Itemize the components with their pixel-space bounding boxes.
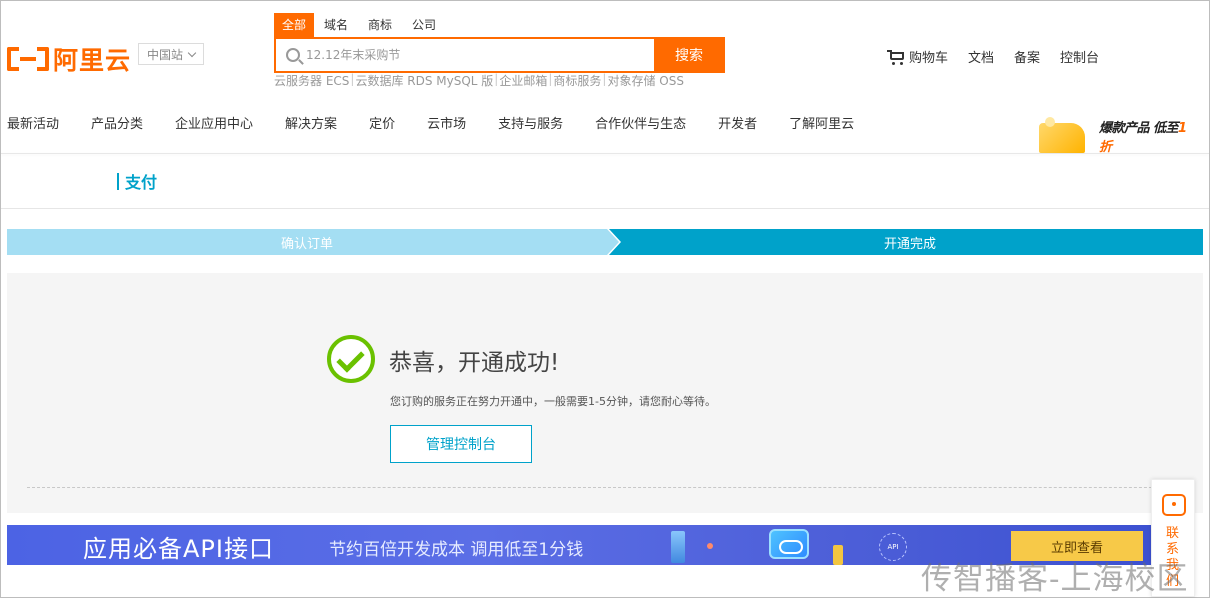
- manage-console-button[interactable]: 管理控制台: [390, 425, 532, 463]
- promo-gift-icon: [1039, 117, 1085, 153]
- api-banner-title: 应用必备API接口: [83, 535, 274, 563]
- console-link[interactable]: 控制台: [1060, 47, 1099, 66]
- search-input[interactable]: [300, 40, 654, 70]
- chat-icon: [1162, 494, 1186, 516]
- decorative-coin-icon: [833, 545, 843, 565]
- cloud-icon: [769, 529, 809, 559]
- search-tab-all[interactable]: 全部: [274, 13, 315, 37]
- nav-item-solutions[interactable]: 解决方案: [285, 113, 337, 132]
- nav-item-partners[interactable]: 合作伙伴与生态: [595, 113, 686, 132]
- search-tab-company[interactable]: 公司: [402, 13, 446, 37]
- search-icon: [286, 48, 300, 62]
- filing-link[interactable]: 备案: [1014, 47, 1040, 66]
- success-description: 您订购的服务正在努力开通中，一般需要1-5分钟，请您耐心等待。: [390, 395, 716, 408]
- search-tab-trademark[interactable]: 商标: [358, 13, 402, 37]
- docs-link[interactable]: 文档: [968, 47, 994, 66]
- hotword-oss[interactable]: 对象存储 OSS: [607, 72, 684, 89]
- aliyun-logo[interactable]: 阿里云: [7, 41, 131, 77]
- search-button[interactable]: 搜索: [654, 38, 724, 72]
- site-select-label: 中国站: [146, 47, 183, 62]
- nav-item-pricing[interactable]: 定价: [369, 113, 395, 132]
- hotword-rds[interactable]: 云数据库 RDS MySQL 版: [355, 72, 493, 89]
- step-activation-complete: 开通完成: [609, 229, 1203, 255]
- title-bar: [117, 172, 119, 190]
- nav-item-products[interactable]: 产品分类: [91, 113, 143, 132]
- nav-divider: [1, 153, 1209, 154]
- nav-item-support[interactable]: 支持与服务: [498, 113, 563, 132]
- nav-item-enterprise[interactable]: 企业应用中心: [175, 113, 253, 132]
- success-panel: 恭喜，开通成功! 您订购的服务正在努力开通中，一般需要1-5分钟，请您耐心等待。…: [7, 273, 1203, 513]
- chevron-down-icon: [187, 48, 197, 57]
- order-steps: 确认订单 开通完成: [7, 229, 1203, 255]
- promo-banner[interactable]: 爆款产品 低至1折: [1037, 111, 1197, 155]
- success-title: 恭喜，开通成功!: [389, 350, 560, 376]
- site-select[interactable]: 中国站: [138, 43, 204, 65]
- hotword-ecs[interactable]: 云服务器 ECS: [274, 72, 349, 89]
- search-tab-domain[interactable]: 域名: [314, 13, 358, 37]
- nav-item-latest[interactable]: 最新活动: [7, 113, 59, 132]
- hotword-mail[interactable]: 企业邮箱: [499, 72, 547, 89]
- hotword-trademark[interactable]: 商标服务: [553, 72, 601, 89]
- cart-label: 购物车: [909, 51, 949, 66]
- page-title: 支付: [117, 169, 157, 193]
- aliyun-logo-icon: [7, 45, 49, 73]
- step-confirm-order: 确认订单: [7, 229, 619, 255]
- main-nav: 最新活动 产品分类 企业应用中心 解决方案 定价 云市场 支持与服务 合作伙伴与…: [7, 113, 886, 132]
- decorative-dot-icon: [707, 543, 713, 549]
- hotwords: 云服务器 ECS | 云数据库 RDS MySQL 版 | 企业邮箱 | 商标服…: [274, 72, 684, 89]
- dashed-divider: [27, 487, 1187, 488]
- api-badge-icon: API: [879, 533, 907, 561]
- decorative-bar-icon: [671, 531, 685, 563]
- api-banner-subtitle: 节约百倍开发成本 调用低至1分钱: [329, 540, 584, 560]
- search-tabs: 全部 域名 商标 公司: [274, 13, 446, 37]
- cart-link[interactable]: 购物车: [887, 47, 948, 66]
- page-title-text: 支付: [125, 173, 158, 192]
- title-divider: [1, 208, 1209, 209]
- top-links: 购物车 文档 备案 控制台: [887, 47, 1119, 66]
- logo-text: 阿里云: [53, 46, 132, 75]
- nav-item-about[interactable]: 了解阿里云: [789, 113, 854, 132]
- cart-icon: [887, 49, 905, 65]
- nav-item-market[interactable]: 云市场: [427, 113, 466, 132]
- promo-text: 爆款产品 低至1折: [1099, 121, 1187, 155]
- search-box: 搜索: [274, 37, 725, 73]
- watermark: 传智播客-上海校区: [921, 561, 1189, 597]
- nav-item-developers[interactable]: 开发者: [718, 113, 757, 132]
- check-circle-icon: [327, 335, 375, 383]
